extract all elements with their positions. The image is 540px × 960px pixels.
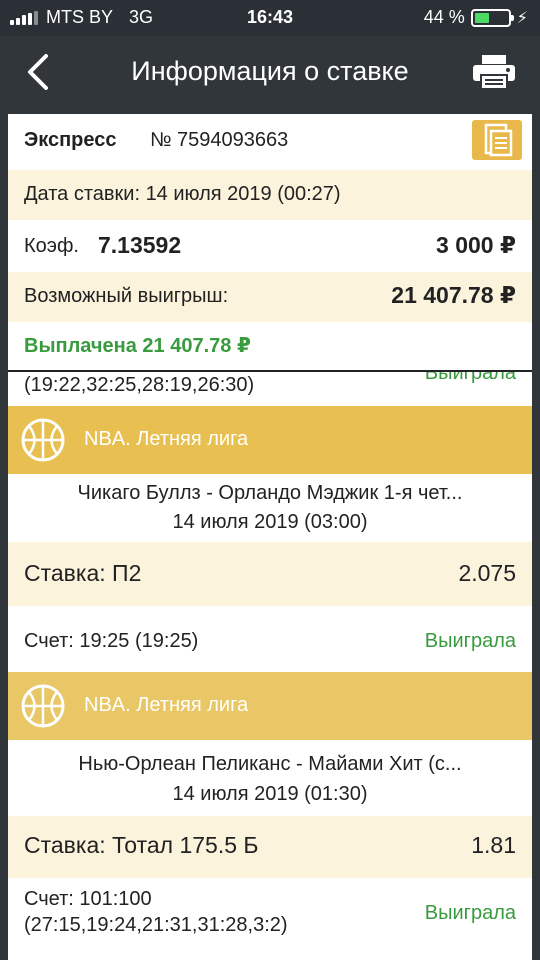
match-date: 14 июля 2019 (03:00) (172, 511, 368, 533)
battery-level (474, 12, 489, 23)
bet-date: Дата ставки: 14 июля 2019 (00:27) (24, 183, 341, 205)
battery-icon (470, 8, 514, 27)
league-header: NBA. Летняя лига (8, 672, 532, 740)
stake-amount: 3 000 ₽ (436, 232, 516, 258)
league-name: NBA. Летняя лига (84, 694, 249, 716)
status-right: 44 % ⚡ (424, 7, 528, 28)
bet-row: Ставка: П2 2.075 (8, 542, 532, 606)
coef-label: Коэф. (24, 235, 79, 257)
charging-icon: ⚡ (516, 9, 528, 27)
event-result: Выиграла (424, 372, 516, 384)
match-info: Нью-Орлеан Пеликанс - Майами Хит (с... 1… (8, 740, 532, 816)
event-score: Счет: 101:100 (24, 888, 152, 910)
bet-card: Экспресс № 7594093663 Дата ставки: 14 ию… (8, 114, 532, 960)
express-header: Экспресс № 7594093663 (8, 114, 532, 170)
coef-value: 7.13592 (98, 232, 182, 258)
event-score-detail: (27:15,19:24,21:31,31:28,3:2) (24, 914, 288, 936)
basketball-icon (21, 418, 65, 462)
printer-icon[interactable] (472, 54, 516, 90)
bet-row: Ставка: Тотал 175.5 Б 1.81 (8, 816, 532, 878)
event-score: (19:22,32:25,28:19,26:30) (24, 374, 255, 396)
status-bar: MTS BY 3G 16:43 44 % ⚡ (0, 0, 540, 36)
match-info: Чикаго Буллз - Орландо Мэджик 1-я чет...… (8, 474, 532, 542)
bet-type: Экспресс (24, 129, 117, 151)
bet-selection: Ставка: Тотал 175.5 Б (24, 832, 259, 858)
score-row: Счет: 19:25 (19:25) Выиграла (8, 606, 532, 672)
bet-number: № 7594093663 (150, 129, 289, 151)
bet-selection: Ставка: П2 (24, 560, 142, 586)
bet-coef: 1.81 (471, 832, 516, 858)
page-title: Информация о ставке (131, 56, 409, 86)
basketball-icon (21, 684, 65, 728)
possible-win-value: 21 407.78 ₽ (391, 282, 516, 308)
paid-row: Выплачена 21 407.78 ₽ (8, 322, 532, 370)
league-name: NBA. Летняя лига (84, 428, 249, 450)
app-header: Информация о ставке (0, 36, 540, 108)
event-partial: Выиграла (19:22,32:25,28:19,26:30) (8, 372, 532, 406)
match-title: Чикаго Буллз - Орландо Мэджик 1-я чет... (77, 482, 463, 504)
league-header: NBA. Летняя лига (8, 406, 532, 474)
possible-win-label: Возможный выигрыш: (24, 285, 229, 307)
bet-coef: 2.075 (458, 560, 516, 586)
match-date: 14 июля 2019 (01:30) (172, 783, 368, 805)
event-result: Выиграла (424, 630, 516, 652)
bet-date-row: Дата ставки: 14 июля 2019 (00:27) (8, 170, 532, 220)
match-title: Нью-Орлеан Пеликанс - Майами Хит (с... (78, 753, 462, 775)
possible-win-row: Возможный выигрыш: 21 407.78 ₽ (8, 272, 532, 322)
event-score: Счет: 19:25 (19:25) (24, 630, 199, 652)
battery-percent: 44 % (423, 7, 465, 27)
paid-status: Выплачена 21 407.78 ₽ (24, 335, 251, 357)
express-copy-icon[interactable] (472, 120, 522, 160)
coef-row: Коэф. 7.13592 3 000 ₽ (8, 220, 532, 272)
score-row: Счет: 101:100 (27:15,19:24,21:31,31:28,3… (8, 878, 532, 960)
event-result: Выиграла (424, 902, 516, 924)
